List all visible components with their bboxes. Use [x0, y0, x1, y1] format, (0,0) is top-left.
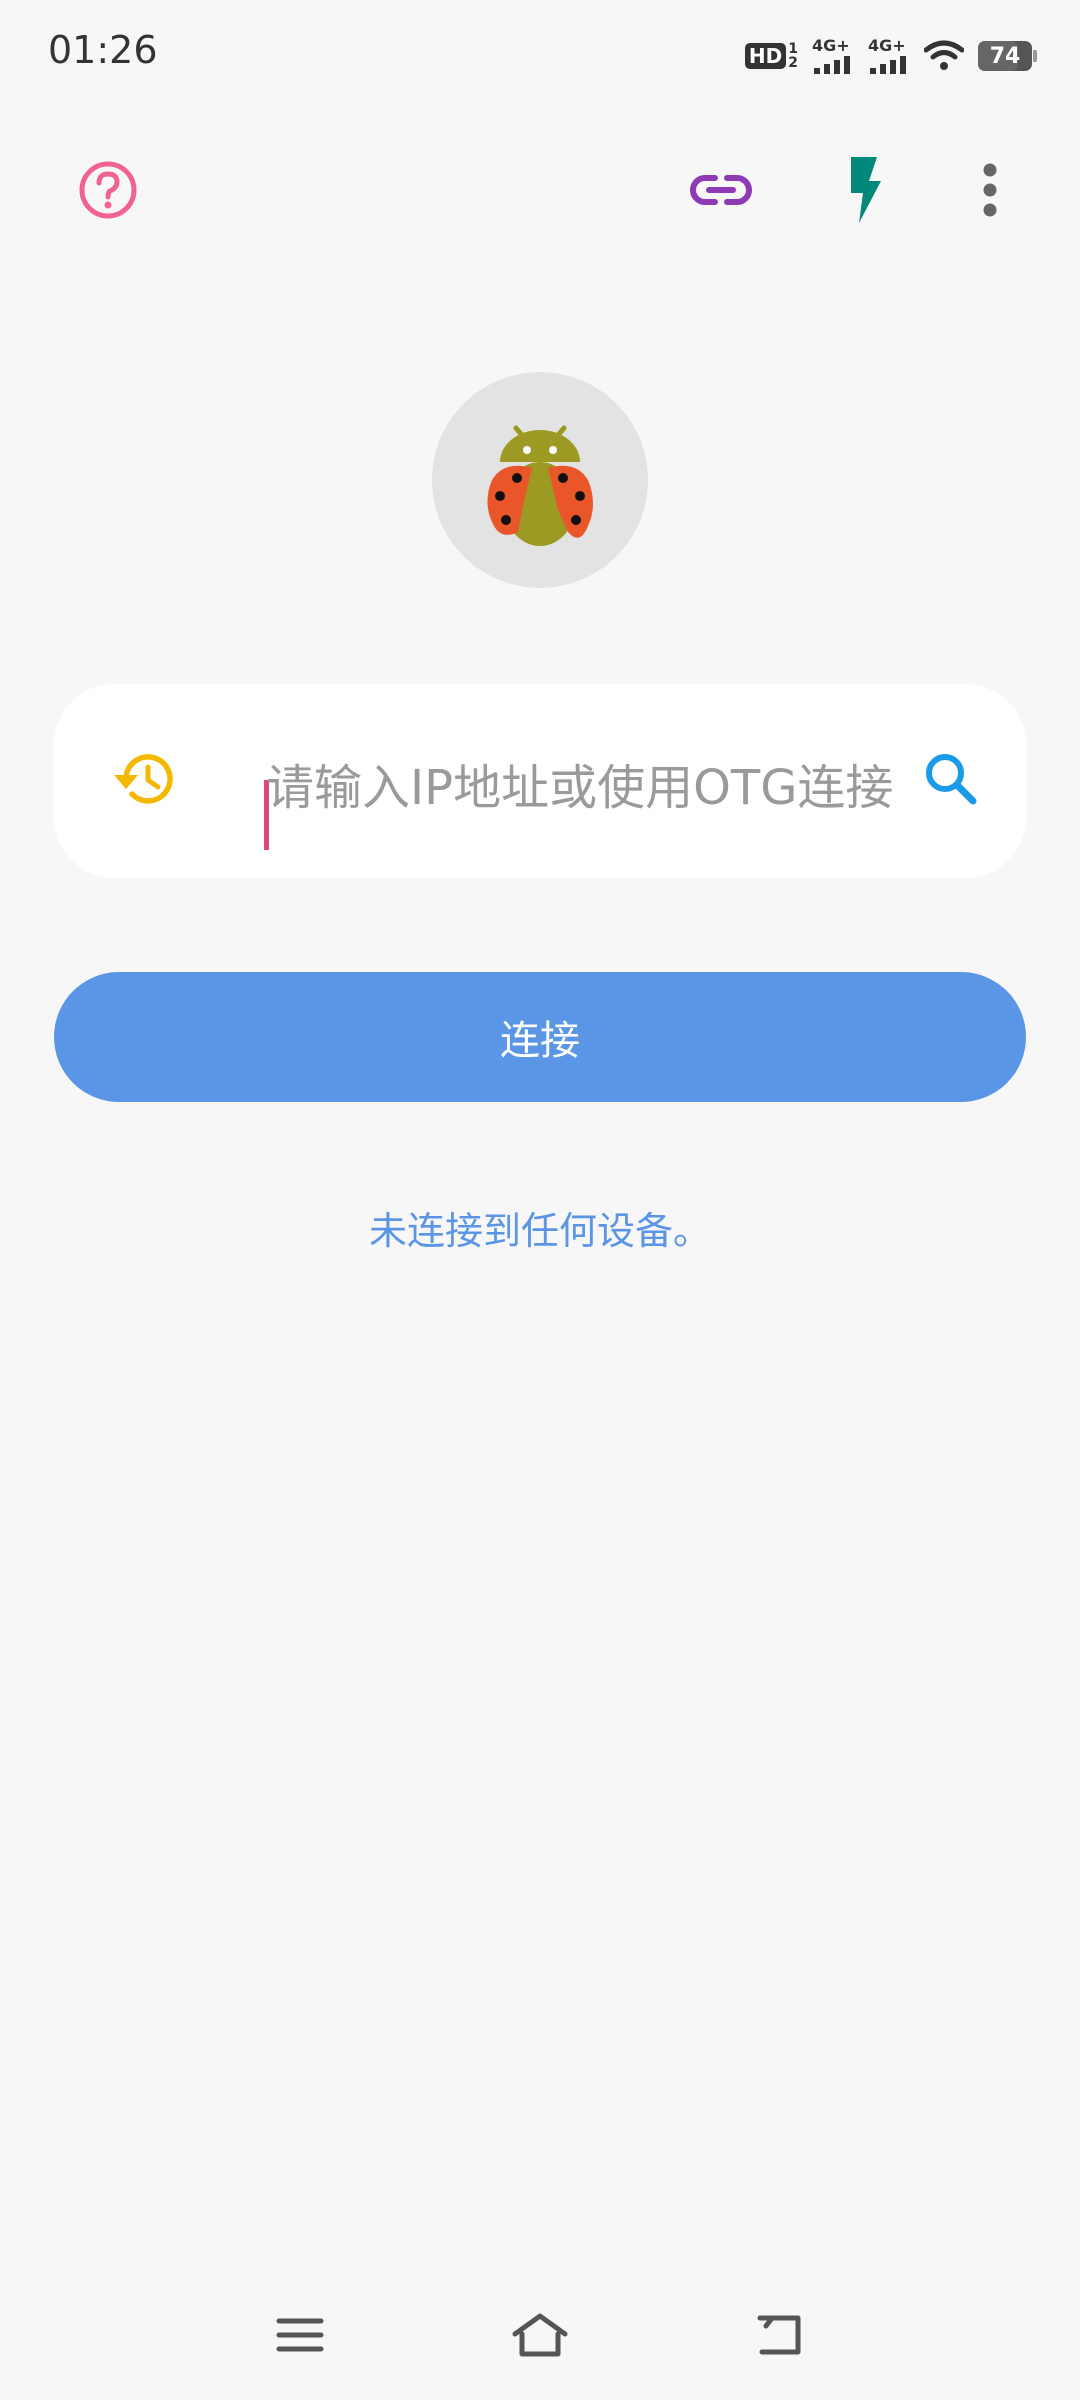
signal-2-icon: 4G+ — [868, 38, 910, 74]
hd-sub-top: 1 — [788, 41, 798, 57]
history-icon — [114, 754, 173, 804]
battery-icon: 74 — [978, 41, 1037, 71]
history-button[interactable] — [100, 734, 190, 824]
connect-button-label: 连接 — [500, 1018, 580, 1064]
back-icon — [757, 2315, 801, 2355]
toolbar — [0, 140, 1080, 250]
wifi-icon — [924, 40, 964, 72]
hd-sub-bottom: 2 — [788, 55, 798, 71]
status-bar: 01:26 HD 1 2 4G+ 4G+ 74 — [0, 0, 1080, 110]
help-circle-icon — [79, 161, 137, 219]
battery-percent: 74 — [989, 43, 1021, 69]
back-button[interactable] — [735, 2290, 825, 2380]
status-time: 01:26 — [48, 28, 158, 72]
link-button[interactable] — [676, 145, 766, 235]
net1-label: 4G+ — [812, 36, 850, 55]
signal-1-icon: 4G+ — [812, 38, 854, 74]
android-ladybug-icon — [487, 425, 593, 546]
net2-label: 4G+ — [868, 36, 906, 55]
home-icon — [512, 2313, 568, 2357]
recents-button[interactable] — [255, 2290, 345, 2380]
help-button[interactable] — [63, 145, 153, 235]
home-button[interactable] — [495, 2290, 585, 2380]
more-vert-icon — [983, 163, 997, 217]
status-icons: HD 1 2 4G+ 4G+ 74 — [744, 36, 1037, 76]
lightning-icon — [851, 157, 881, 223]
app-screen: 01:26 HD 1 2 4G+ 4G+ 74 请输入IP地址或使用OTG连接 … — [0, 0, 1080, 2400]
flash-button[interactable] — [820, 145, 910, 235]
ip-address-input[interactable]: 请输入IP地址或使用OTG连接 — [210, 720, 930, 850]
hd-label: HD — [744, 43, 787, 69]
hd-voice-icon: HD 1 2 — [744, 42, 798, 70]
signal-bars-1-icon — [814, 56, 850, 74]
hd-sim-numbers: 1 2 — [788, 42, 798, 70]
ip-input-placeholder: 请输入IP地址或使用OTG连接 — [266, 760, 894, 816]
system-nav-bar — [0, 2290, 1080, 2380]
search-button[interactable] — [906, 734, 996, 824]
connection-status-text: 未连接到任何设备。 — [368, 1209, 711, 1253]
connect-button[interactable]: 连接 — [54, 972, 1026, 1102]
menu-icon — [276, 2318, 324, 2352]
app-logo — [432, 372, 648, 588]
link-icon — [690, 175, 752, 205]
ip-input-card: 请输入IP地址或使用OTG连接 — [54, 684, 1026, 878]
search-icon — [926, 754, 977, 805]
more-options-button[interactable] — [945, 145, 1035, 235]
signal-bars-2-icon — [870, 56, 906, 74]
